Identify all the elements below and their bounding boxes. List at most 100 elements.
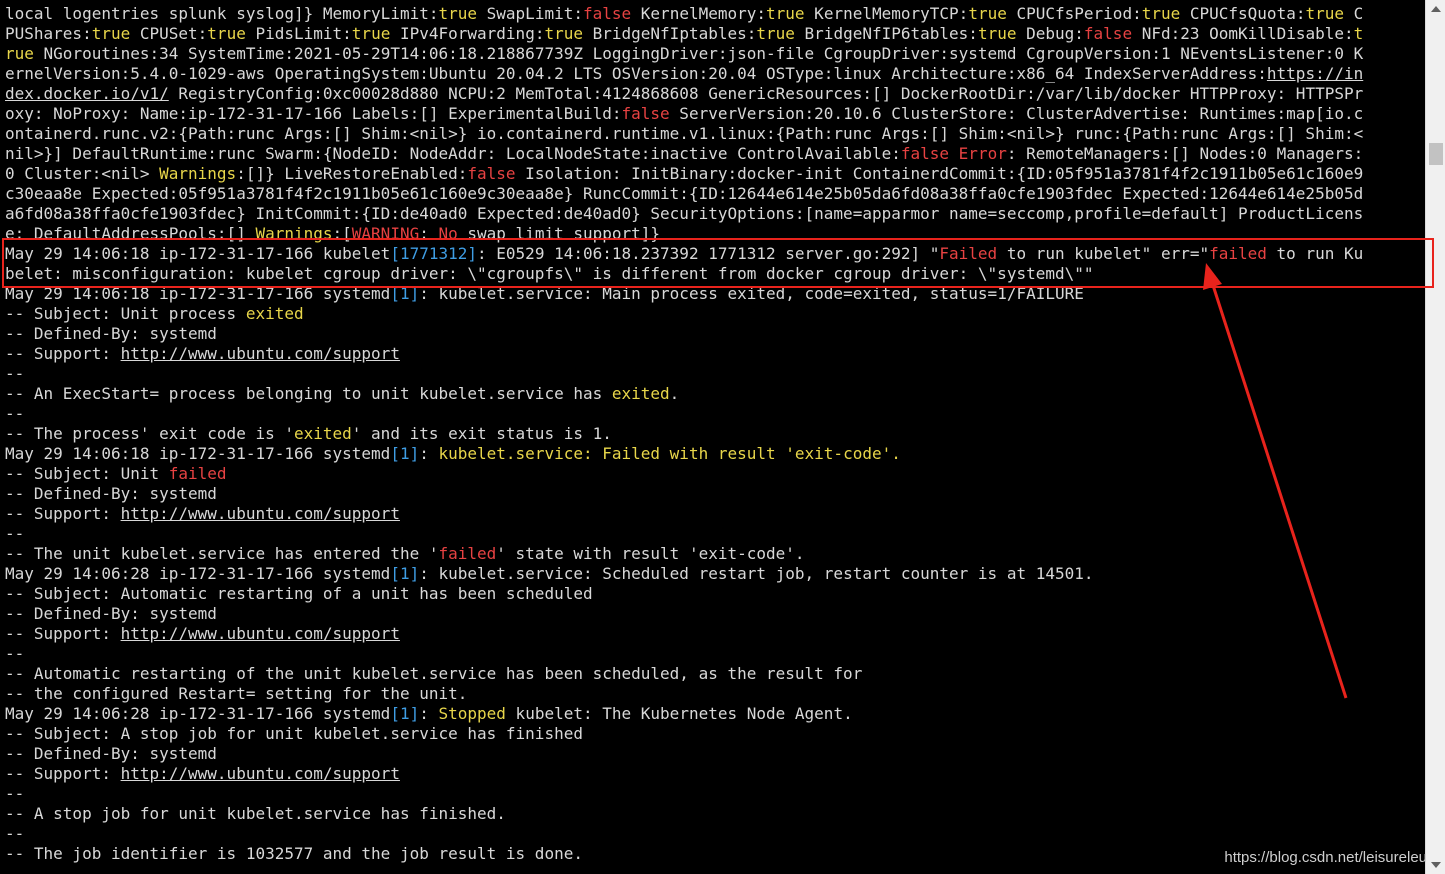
terminal-text: BridgeNfIptables: (582, 24, 757, 43)
terminal-text: :[]} LiveRestoreEnabled: (236, 164, 468, 183)
terminal-output: local logentries splunk syslog]} MemoryL… (5, 4, 1420, 864)
terminal-line: e: DefaultAddressPools:[] Warnings:[WARN… (5, 224, 1420, 244)
terminal-line: 0 Cluster:<nil> Warnings:[]} LiveRestore… (5, 164, 1420, 184)
terminal-line: -- (5, 644, 1420, 664)
terminal-link[interactable]: http://www.ubuntu.com/support (121, 764, 400, 783)
terminal-line: -- (5, 784, 1420, 804)
terminal-text: failed (1209, 244, 1267, 263)
terminal-text: -- the configured Restart= setting for t… (5, 684, 468, 703)
terminal-line: -- The unit kubelet.service has entered … (5, 544, 1420, 564)
terminal-line: May 29 14:06:18 ip-172-31-17-166 systemd… (5, 284, 1420, 304)
terminal-text: -- (5, 404, 25, 423)
terminal-link[interactable]: http://www.ubuntu.com/support (121, 504, 400, 523)
terminal-text: -- (5, 364, 25, 383)
terminal-text: BridgeNfIP6tables: (794, 24, 978, 43)
terminal-line: -- (5, 824, 1420, 844)
terminal-text: [1] (390, 444, 420, 463)
terminal-text: KernelMemoryTCP: (804, 4, 969, 23)
terminal-link[interactable]: http://www.ubuntu.com/support (121, 624, 400, 643)
terminal-text: PidsLimit: (245, 24, 352, 43)
terminal-text: ' and its exit status is 1. (351, 424, 612, 443)
terminal-link[interactable]: https://in (1267, 64, 1363, 83)
terminal-line: nil>}] DefaultRuntime:runc Swarm:{NodeID… (5, 144, 1420, 164)
scroll-down-arrow-icon[interactable] (1431, 862, 1441, 868)
terminal-line: ontainerd.runc.v2:{Path:runc Args:[] Shi… (5, 124, 1420, 144)
terminal-text: Warnings (159, 164, 237, 183)
terminal-text: -- Defined-By: systemd (5, 324, 217, 343)
watermark-text: https://blog.csdn.net/leisureleu (1224, 849, 1427, 866)
terminal-text: CPUCfsQuota: (1180, 4, 1306, 23)
terminal-line: -- Support: http://www.ubuntu.com/suppor… (5, 504, 1420, 524)
scroll-up-arrow-icon[interactable] (1431, 6, 1441, 12)
terminal-text: false (467, 164, 516, 183)
terminal-text: -- Subject: Unit (5, 464, 169, 483)
terminal-line: ernelVersion:5.4.0-1029-aws OperatingSys… (5, 64, 1420, 84)
terminal-text: failed (168, 464, 227, 483)
terminal-text: Debug: (1016, 24, 1084, 43)
terminal-text: IPv4Forwarding: (390, 24, 545, 43)
terminal-line: -- The process' exit code is 'exited' an… (5, 424, 1420, 444)
terminal-line: May 29 14:06:28 ip-172-31-17-166 systemd… (5, 564, 1420, 584)
terminal-text: oxy: NoProxy: Name:ip-172-31-17-166 Labe… (5, 104, 622, 123)
terminal-window[interactable]: local logentries splunk syslog]} MemoryL… (0, 0, 1425, 874)
terminal-text: -- Support: (5, 764, 121, 783)
terminal-text: : (419, 704, 439, 723)
terminal-text: No (438, 224, 458, 243)
terminal-text: -- A stop job for unit kubelet.service h… (5, 804, 506, 823)
terminal-text: Isolation: InitBinary:docker-init Contai… (515, 164, 1364, 183)
terminal-text: NGoroutines:34 SystemTime:2021-05-29T14:… (33, 44, 1364, 63)
terminal-link[interactable]: http://www.ubuntu.com/support (121, 344, 400, 363)
terminal-text: -- Subject: Unit process (5, 304, 246, 323)
terminal-text: Error (958, 144, 1007, 163)
terminal-text: RegistryConfig:0xc00028d880 NCPU:2 MemTo… (168, 84, 1364, 103)
terminal-line: dex.docker.io/v1/ RegistryConfig:0xc0002… (5, 84, 1420, 104)
terminal-text: kubelet.service: Failed with result 'exi… (438, 444, 901, 463)
terminal-text: nil>}] DefaultRuntime:runc Swarm:{NodeID… (5, 144, 901, 163)
terminal-text: [1] (390, 704, 420, 723)
terminal-line: PUShares:true CPUSet:true PidsLimit:true… (5, 24, 1420, 44)
terminal-line: -- Defined-By: systemd (5, 604, 1420, 624)
terminal-text: [1] (390, 284, 420, 303)
terminal-line: a6fd08a38ffa0cfe1903fdec} InitCommit:{ID… (5, 204, 1420, 224)
terminal-text: . (669, 384, 680, 403)
terminal-text: -- Defined-By: systemd (5, 604, 217, 623)
terminal-text: ' state with result 'exit-code'. (496, 544, 805, 563)
terminal-text: a6fd08a38ffa0cfe1903fdec} InitCommit:{ID… (5, 204, 1364, 223)
terminal-link[interactable]: dex.docker.io/v1/ (5, 84, 169, 103)
terminal-text: -- (5, 644, 25, 663)
terminal-text: c30eaa8e Expected:05f951a3781f4f2c1911b0… (5, 184, 1364, 203)
vertical-scrollbar[interactable] (1425, 0, 1445, 874)
scrollbar-thumb[interactable] (1429, 143, 1443, 165)
terminal-text: CPUCfsPeriod: (1006, 4, 1142, 23)
terminal-text: -- Subject: A stop job for unit kubelet.… (5, 724, 583, 743)
terminal-text: : kubelet.service: Main process exited, … (419, 284, 1084, 303)
terminal-text: -- The job identifier is 1032577 and the… (5, 844, 583, 863)
terminal-text: -- Automatic restarting of the unit kube… (5, 664, 863, 683)
terminal-text: true (438, 4, 478, 23)
terminal-line: May 29 14:06:18 ip-172-31-17-166 systemd… (5, 444, 1420, 464)
terminal-line: May 29 14:06:28 ip-172-31-17-166 systemd… (5, 704, 1420, 724)
terminal-line: -- Support: http://www.ubuntu.com/suppor… (5, 624, 1420, 644)
terminal-line: -- An ExecStart= process belonging to un… (5, 384, 1420, 404)
terminal-text: : kubelet.service: Scheduled restart job… (419, 564, 1094, 583)
terminal-text: rue (5, 44, 34, 63)
terminal-text: NFd:23 OomKillDisable: (1132, 24, 1354, 43)
terminal-line: oxy: NoProxy: Name:ip-172-31-17-166 Labe… (5, 104, 1420, 124)
terminal-text: -- The process' exit code is ' (5, 424, 294, 443)
terminal-text: belet: misconfiguration: kubelet cgroup … (5, 264, 1094, 283)
terminal-line: -- Subject: Unit process exited (5, 304, 1420, 324)
terminal-text: Failed (939, 244, 998, 263)
terminal-text: [1] (390, 564, 420, 583)
terminal-text: ServerVersion:20.10.6 ClusterStore: Clus… (669, 104, 1364, 123)
terminal-text: kubelet: The Kubernetes Node Agent. (505, 704, 853, 723)
terminal-text: true (1305, 4, 1344, 23)
terminal-text: true (207, 24, 246, 43)
terminal-line: May 29 14:06:18 ip-172-31-17-166 kubelet… (5, 244, 1420, 264)
terminal-text: C (1344, 4, 1364, 23)
terminal-text: Warnings (255, 224, 333, 243)
terminal-line: belet: misconfiguration: kubelet cgroup … (5, 264, 1420, 284)
terminal-line: -- Defined-By: systemd (5, 484, 1420, 504)
terminal-text: -- Subject: Automatic restarting of a un… (5, 584, 593, 603)
terminal-line: -- (5, 524, 1420, 544)
terminal-text: t (1353, 24, 1364, 43)
